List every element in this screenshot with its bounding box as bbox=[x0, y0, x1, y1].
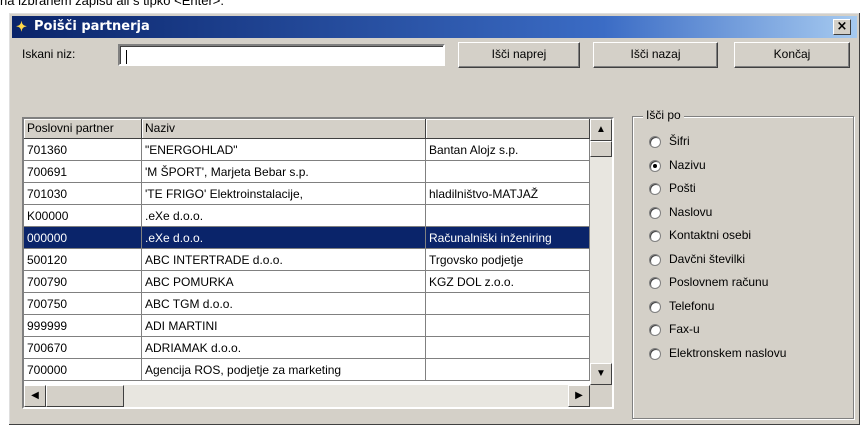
arrow-right-icon[interactable]: ▶ bbox=[568, 385, 590, 407]
table-cell: Agencija ROS, podjetje za marketing bbox=[142, 359, 426, 381]
table-row[interactable]: 000000 .eXe d.o.o. Računalniški inženiring bbox=[24, 227, 590, 249]
radio-label: Telefonu bbox=[669, 298, 715, 313]
vertical-scrollbar[interactable]: ▲ ▼ bbox=[590, 119, 612, 385]
table-cell: ADI MARTINI bbox=[142, 315, 426, 337]
column-header-partner[interactable]: Poslovni partner bbox=[24, 119, 142, 139]
radio-button[interactable] bbox=[649, 277, 661, 289]
end-button[interactable]: Končaj bbox=[734, 42, 850, 68]
instruction-text: na izbranem zapisu ali s tipko <Enter>. bbox=[0, 0, 225, 8]
close-button[interactable]: × bbox=[833, 19, 851, 35]
table-cell bbox=[426, 161, 590, 183]
table-cell: 700670 bbox=[24, 337, 142, 359]
window-title: Poišči partnerja bbox=[34, 19, 150, 34]
arrow-down-icon[interactable]: ▼ bbox=[590, 363, 612, 385]
search-label: Iskani niz: bbox=[22, 47, 76, 61]
arrow-up-icon[interactable]: ▲ bbox=[590, 119, 612, 141]
table-cell bbox=[426, 359, 590, 381]
radio-label: Šifri bbox=[669, 134, 690, 148]
table-row[interactable]: 701030 'TE FRIGO' Elektroinstalacije, hlad… bbox=[24, 183, 590, 205]
partner-table[interactable]: Poslovni partner Naziv 701360 "ENERGOHLAD… bbox=[22, 117, 614, 409]
table-cell bbox=[426, 337, 590, 359]
table-cell: "ENERGOHLAD" bbox=[142, 139, 426, 161]
radio-label: Elektronskem naslovu bbox=[669, 345, 787, 360]
table-row[interactable]: 700750 ABC TGM d.o.o. bbox=[24, 293, 590, 315]
table-row[interactable]: 999999 ADI MARTINI bbox=[24, 315, 590, 337]
table-row[interactable]: 700670 ADRIAMAK d.o.o. bbox=[24, 337, 590, 359]
radio-button[interactable] bbox=[649, 347, 661, 360]
vertical-scroll-thumb[interactable] bbox=[590, 141, 612, 157]
table-row[interactable]: 500120 ABC INTERTRADE d.o.o. Trgovsko podj… bbox=[24, 249, 590, 271]
search-by-group bbox=[632, 116, 854, 419]
horizontal-scroll-thumb[interactable] bbox=[46, 385, 124, 407]
arrow-left-icon[interactable]: ◀ bbox=[24, 385, 46, 407]
table-row[interactable]: 700790 ABC POMURKA KGZ DOL z.o.o. bbox=[24, 271, 590, 293]
column-header-extra[interactable] bbox=[426, 119, 590, 139]
table-cell: 701360 bbox=[24, 139, 142, 161]
table-cell: ADRIAMAK d.o.o. bbox=[142, 337, 426, 359]
app-icon: ✦ bbox=[16, 19, 27, 34]
radio-label: Davčni številki bbox=[669, 251, 746, 266]
search-input[interactable] bbox=[118, 44, 445, 66]
table-cell: Trgovsko podjetje bbox=[426, 249, 590, 271]
horizontal-scrollbar[interactable]: ◀ ▶ bbox=[24, 385, 590, 407]
table-cell: ABC INTERTRADE d.o.o. bbox=[142, 249, 426, 271]
table-cell: 500120 bbox=[24, 249, 142, 271]
radio-label: Naslovu bbox=[669, 204, 713, 219]
table-cell: 'M ŠPORT', Marjeta Bebar s.p. bbox=[142, 161, 426, 183]
radio-selected-dot bbox=[653, 163, 657, 168]
title-bar[interactable]: ✦ Poišči partnerja × bbox=[12, 16, 857, 38]
table-cell bbox=[426, 315, 590, 337]
radio-label: Pošti bbox=[669, 181, 696, 195]
radio-label: Kontaktni osebi bbox=[669, 228, 752, 242]
close-icon: × bbox=[836, 19, 848, 34]
table-cell: 700691 bbox=[24, 161, 142, 183]
radio-button[interactable] bbox=[649, 324, 661, 336]
search-next-button[interactable]: Išči naprej bbox=[458, 42, 580, 68]
radio-button[interactable] bbox=[649, 300, 661, 313]
radio-label: Nazivu bbox=[669, 157, 706, 172]
table-cell: 999999 bbox=[24, 315, 142, 337]
table-cell: .eXe d.o.o. bbox=[142, 205, 426, 227]
table-cell: Računalniški inženiring bbox=[426, 227, 590, 249]
radio-label: Fax-u bbox=[669, 322, 700, 336]
radio-label: Poslovnem računu bbox=[669, 275, 769, 289]
text-caret bbox=[126, 50, 127, 64]
table-cell: ABC POMURKA bbox=[142, 271, 426, 293]
table-cell: 701030 bbox=[24, 183, 142, 205]
search-prev-button[interactable]: Išči nazaj bbox=[593, 42, 718, 68]
table-row[interactable]: 700000 Agencija ROS, podjetje za marketin… bbox=[24, 359, 590, 381]
table-cell: KGZ DOL z.o.o. bbox=[426, 271, 590, 293]
table-row[interactable]: 701360 "ENERGOHLAD" Bantan Alojz s.p. bbox=[24, 139, 590, 161]
table-cell: hladilništvo-MATJAŽ bbox=[426, 183, 590, 205]
table-row[interactable]: 700691 'M ŠPORT', Marjeta Bebar s.p. bbox=[24, 161, 590, 183]
table-row[interactable]: K00000 .eXe d.o.o. bbox=[24, 205, 590, 227]
radio-button[interactable] bbox=[649, 253, 661, 266]
table-cell: 700750 bbox=[24, 293, 142, 315]
table-cell: 700000 bbox=[24, 359, 142, 381]
table-cell: 000000 bbox=[24, 227, 142, 249]
table-cell bbox=[426, 205, 590, 227]
table-cell: 700790 bbox=[24, 271, 142, 293]
radio-button[interactable] bbox=[649, 230, 661, 242]
table-cell bbox=[426, 293, 590, 315]
scroll-corner bbox=[590, 385, 612, 407]
radio-button[interactable] bbox=[649, 183, 661, 195]
table-cell: Bantan Alojz s.p. bbox=[426, 139, 590, 161]
table-cell: ABC TGM d.o.o. bbox=[142, 293, 426, 315]
column-header-name[interactable]: Naziv bbox=[142, 119, 426, 139]
radio-button[interactable] bbox=[649, 206, 661, 219]
table-cell: .eXe d.o.o. bbox=[142, 227, 426, 249]
radio-button[interactable] bbox=[649, 136, 661, 148]
radio-button[interactable] bbox=[649, 159, 661, 172]
search-by-title: Išči po bbox=[643, 108, 684, 122]
table-cell: 'TE FRIGO' Elektroinstalacije, bbox=[142, 183, 426, 205]
table-cell: K00000 bbox=[24, 205, 142, 227]
